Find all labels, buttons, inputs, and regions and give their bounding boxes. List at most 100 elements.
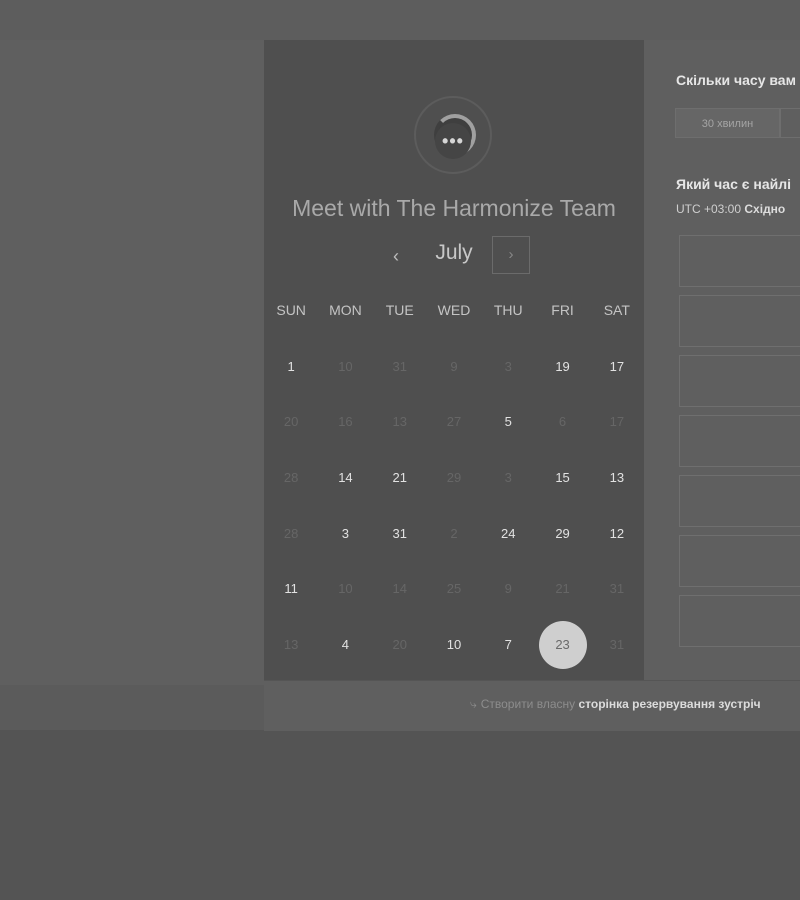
calendar-day[interactable]: 10 (427, 621, 481, 669)
day-number: 27 (446, 414, 462, 430)
footer-text: ⤷ Створити власну сторінка резервування з… (470, 697, 761, 712)
day-number: 15 (555, 469, 570, 485)
calendar-day: 21 (535, 565, 589, 613)
footer-prefix: Створити власну (480, 697, 576, 711)
calendar-day: 9 (481, 565, 535, 613)
day-number: 16 (338, 414, 353, 430)
calendar-day: 27 (427, 398, 481, 446)
calendar-day-selected[interactable]: 23 (535, 620, 589, 669)
day-number: 13 (609, 469, 625, 485)
day-number: 29 (446, 469, 462, 485)
day-number: 2 (450, 525, 458, 541)
calendar-day: 31 (373, 343, 427, 391)
day-number: 11 (284, 581, 298, 597)
calendar-day[interactable]: 12 (590, 510, 644, 558)
duration-option-button-2[interactable] (780, 108, 800, 138)
day-number: 12 (609, 525, 625, 541)
calendar-day[interactable]: 19 (535, 343, 589, 391)
day-number: 3 (341, 525, 350, 541)
day-number: 24 (501, 525, 516, 541)
calendar-day: 13 (264, 621, 318, 669)
calendar-day: 20 (373, 621, 427, 669)
calendar-day: 20 (264, 398, 318, 446)
time-slot-button[interactable]: 1 (679, 595, 800, 647)
calendar-day[interactable]: 11 (264, 565, 318, 613)
month-navigation: ‹ July › (264, 236, 644, 276)
timezone-offset: UTC +03:00 (676, 202, 742, 216)
day-number: 19 (555, 358, 570, 374)
day-number: 10 (338, 581, 353, 597)
time-slot-button[interactable]: 8 (679, 355, 800, 407)
day-number: 1 (287, 358, 295, 374)
calendar-day[interactable]: 15 (535, 454, 589, 502)
calendar-day[interactable]: 1 (264, 343, 318, 391)
time-slot-button[interactable]: 1 (679, 535, 800, 587)
month-label: July (435, 241, 473, 264)
time-slot-list: 1 8 8 6 6 1 1 (679, 235, 800, 655)
duration-question: Скільки часу вам (676, 72, 796, 88)
top-strip (0, 0, 800, 40)
weekday-label: TUE (385, 302, 414, 318)
left-panel (0, 40, 264, 685)
day-number: 9 (504, 581, 512, 597)
left-bottom-panel (0, 685, 264, 730)
calendar-day: 31 (590, 621, 644, 669)
calendar-day[interactable]: 24 (481, 510, 535, 558)
time-slot-button[interactable]: 6 (679, 415, 800, 467)
day-number: 13 (392, 414, 407, 430)
day-number: 23 (538, 620, 587, 669)
calendar-day: 10 (318, 343, 372, 391)
day-number: 10 (338, 358, 353, 374)
booking-panel: Скільки часу вам 30 хвилин Який час є на… (644, 40, 800, 680)
arrow-icon: ⤷ (470, 697, 477, 711)
day-number: 25 (446, 581, 462, 597)
duration-option-button[interactable]: 30 хвилин (675, 108, 780, 138)
day-number: 21 (392, 469, 407, 485)
day-number: 31 (609, 636, 625, 652)
time-slot-button[interactable]: 8 (679, 295, 800, 347)
calendar-day: 6 (535, 398, 589, 446)
calendar-day[interactable]: 21 (373, 454, 427, 502)
prev-month-button[interactable]: ‹ (384, 244, 408, 268)
day-number: 31 (609, 581, 625, 597)
day-number: 31 (392, 358, 407, 374)
day-number: 4 (341, 636, 350, 652)
calendar-week: 1 10 31 9 3 19 17 (264, 339, 644, 395)
day-number: 29 (555, 525, 570, 541)
calendar-week: 13 4 20 10 7 23 31 (264, 617, 644, 673)
day-number: 14 (338, 469, 353, 485)
calendar-day[interactable]: 29 (535, 510, 589, 558)
time-slot-button[interactable]: 1 (679, 235, 800, 287)
calendar-week: 28 3 31 2 24 29 12 (264, 506, 644, 562)
calendar-day[interactable]: 5 (481, 398, 535, 446)
day-number: 3 (504, 358, 512, 374)
day-number: 28 (283, 469, 299, 485)
footer-bar: ⤷ Створити власну сторінка резервування з… (264, 680, 800, 731)
create-booking-page-link[interactable]: сторінка резервування зустріч (578, 697, 760, 711)
calendar-grid: 1 10 31 9 3 19 17 20 16 13 27 5 6 17 28 14 21 29 3 15 13 28 3 3… (264, 339, 644, 673)
timezone-name: Східно (744, 202, 786, 216)
calendar-day[interactable]: 7 (481, 621, 535, 669)
timezone-label[interactable]: UTC +03:00 Східно (676, 202, 785, 216)
day-number: 28 (283, 525, 299, 541)
chat-bubble-icon: ••• (435, 123, 471, 159)
weekday-label: WED (437, 302, 471, 318)
time-slot-button[interactable]: 6 (679, 475, 800, 527)
calendar-day[interactable]: 13 (590, 454, 644, 502)
calendar-day: 28 (264, 510, 318, 558)
calendar-day: 17 (590, 398, 644, 446)
calendar-day[interactable]: 4 (318, 621, 372, 669)
day-number: 20 (283, 414, 299, 430)
weekday-label: FRI (551, 302, 574, 318)
calendar-week: 20 16 13 27 5 6 17 (264, 395, 644, 451)
calendar-day[interactable]: 14 (318, 454, 372, 502)
next-month-button[interactable]: › (492, 236, 530, 274)
calendar-day[interactable]: 31 (373, 510, 427, 558)
calendar-day: 3 (481, 454, 535, 502)
day-number: 5 (504, 414, 512, 430)
calendar-week: 11 10 14 25 9 21 31 (264, 561, 644, 617)
calendar-day[interactable]: 17 (590, 343, 644, 391)
day-number: 7 (504, 636, 512, 652)
day-number: 17 (609, 414, 625, 430)
calendar-day[interactable]: 3 (318, 510, 372, 558)
